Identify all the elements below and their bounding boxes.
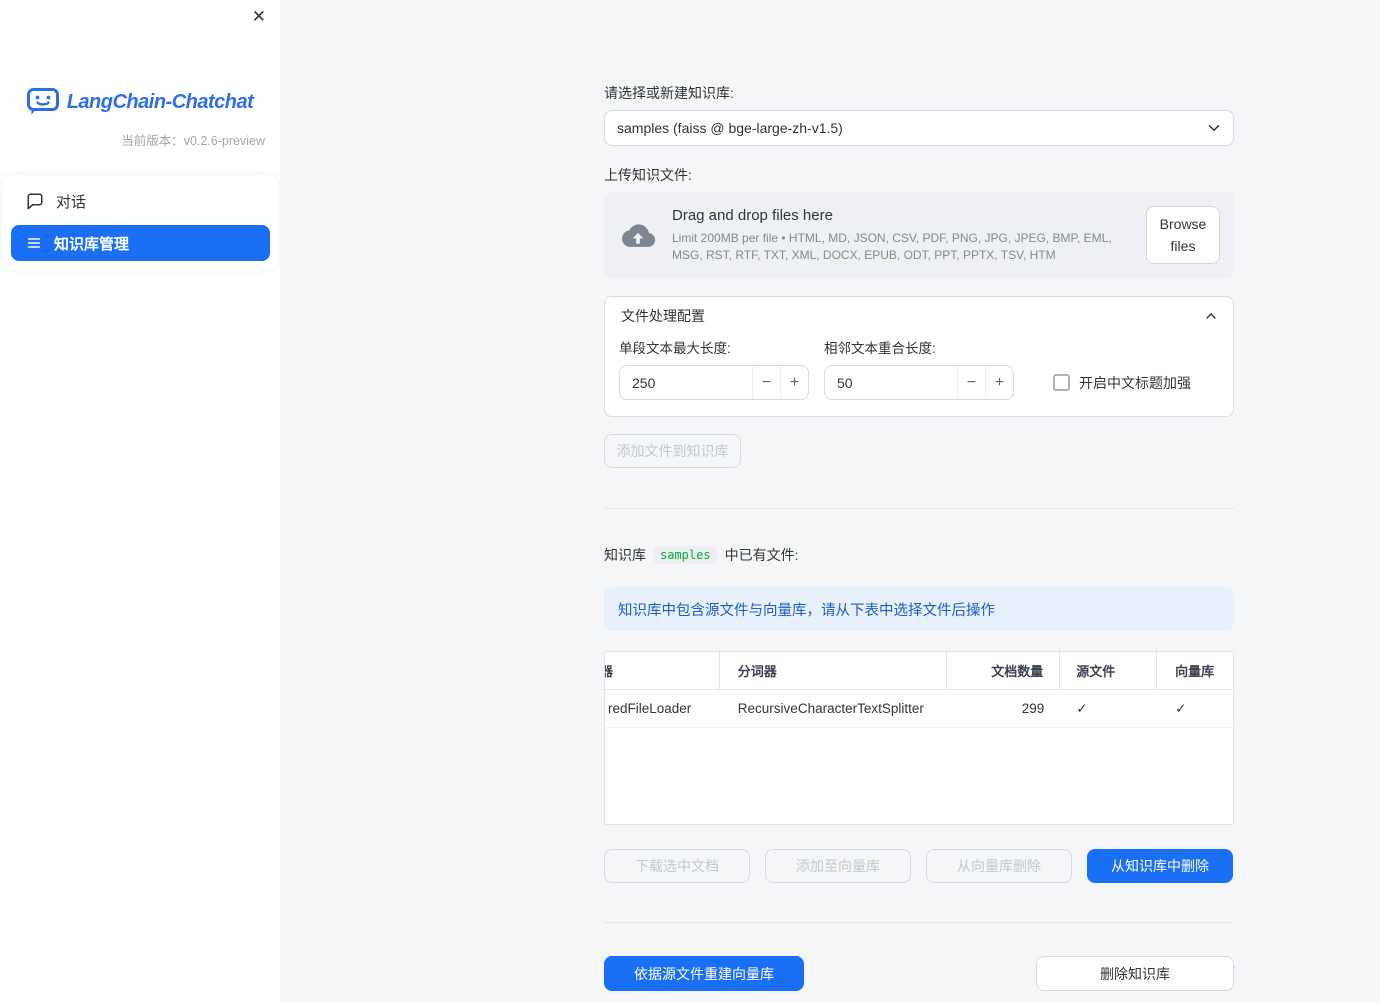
overlap-size-label: 相邻文本重合长度: <box>824 341 936 356</box>
file-dropzone[interactable]: Drag and drop files here Limit 200MB per… <box>604 192 1234 278</box>
rebuild-vector-store-button[interactable]: 依据源文件重建向量库 <box>604 956 804 991</box>
column-header-doc-count[interactable]: 文档数量 <box>947 652 1061 689</box>
file-config-body: 单段文本最大长度: 250 − + 相邻文本重合长度: 50 − + 开启中文标… <box>605 335 1233 416</box>
drop-text: Drag and drop files here <box>672 207 833 225</box>
overlap-size-input: 50 − + <box>824 365 1014 400</box>
delete-from-kb-button[interactable]: 从知识库中删除 <box>1087 849 1233 883</box>
cell-doc-count: 299 <box>1021 701 1045 716</box>
chat-bubble-icon <box>26 192 44 210</box>
sidebar-item-label: 对话 <box>56 193 87 211</box>
chunk-size-group: 单段文本最大长度: 250 − + <box>619 337 809 400</box>
table-header-row: 器 分词器 文档数量 源文件 向量库 <box>605 652 1233 690</box>
upload-label: 上传知识文件: <box>604 167 692 183</box>
add-to-vector-store-button[interactable]: 添加至向量库 <box>765 849 911 883</box>
cell-source-file-check: ✓ <box>1076 700 1088 716</box>
version-label: 当前版本：v0.2.6-preview <box>121 134 265 148</box>
column-header-source-file[interactable]: 源文件 <box>1060 652 1158 689</box>
kb-select-label: 请选择或新建知识库: <box>604 85 734 101</box>
kb-management-buttons: 依据源文件重建向量库 删除知识库 <box>604 956 1234 991</box>
info-alert: 知识库中包含源文件与向量库，请从下表中选择文件后操作 <box>604 587 1234 631</box>
file-config-expander: 文件处理配置 单段文本最大长度: 250 − + 相邻文本重合长度: 50 − … <box>604 296 1234 417</box>
cell-vector-store-check: ✓ <box>1175 700 1187 716</box>
browse-files-button[interactable]: Browse files <box>1146 205 1220 265</box>
kb-name-code: samples <box>654 546 717 564</box>
overlap-size-group: 相邻文本重合长度: 50 − + <box>824 337 1014 400</box>
kb-files-prefix: 知识库 <box>604 547 646 563</box>
chat-logo-icon <box>26 88 59 116</box>
kb-selectbox[interactable]: samples (faiss @ bge-large-zh-v1.5) <box>604 110 1234 146</box>
column-header-vector-store[interactable]: 向量库 <box>1157 652 1233 689</box>
close-icon: ✕ <box>251 7 266 26</box>
column-header-splitter[interactable]: 分词器 <box>720 652 948 689</box>
app-logo: LangChain-Chatchat <box>0 88 280 116</box>
chevron-down-icon <box>1205 119 1223 137</box>
sidebar-item-knowledge-base[interactable]: 知识库管理 <box>11 225 270 261</box>
kb-selectbox-value: samples (faiss @ bge-large-zh-v1.5) <box>617 120 843 136</box>
delete-kb-button[interactable]: 删除知识库 <box>1036 956 1234 991</box>
upload-limit-text: Limit 200MB per file • HTML, MD, JSON, C… <box>672 231 1112 262</box>
chinese-title-option: 开启中文标题加强 <box>1053 365 1191 400</box>
sidebar-item-label: 知识库管理 <box>54 235 130 253</box>
file-action-buttons: 下载选中文档 添加至向量库 从向量库删除 从知识库中删除 <box>604 849 1234 883</box>
chinese-title-checkbox[interactable] <box>1053 374 1070 391</box>
add-files-to-kb-button[interactable]: 添加文件到知识库 <box>604 434 741 468</box>
column-header-loader[interactable]: 器 <box>605 652 720 689</box>
download-selected-button[interactable]: 下载选中文档 <box>604 849 750 883</box>
delete-from-vector-store-button[interactable]: 从向量库删除 <box>926 849 1072 883</box>
chunk-size-input: 250 − + <box>619 365 809 400</box>
cell-splitter: RecursiveCharacterTextSplitter <box>737 701 924 716</box>
kb-files-table: 器 分词器 文档数量 源文件 向量库 redFileLoader Recursi… <box>604 651 1234 825</box>
chinese-title-checkbox-label: 开启中文标题加强 <box>1079 374 1191 391</box>
content-column: 请选择或新建知识库: samples (faiss @ bge-large-zh… <box>604 0 1234 991</box>
knowledge-base-icon <box>26 235 42 251</box>
table-row[interactable]: redFileLoader RecursiveCharacterTextSpli… <box>605 690 1233 728</box>
sidebar: ✕ LangChain-Chatchat 当前版本：v0.2.6-preview… <box>0 0 280 1002</box>
file-config-expander-header[interactable]: 文件处理配置 <box>605 297 1233 335</box>
overlap-size-decrement-button[interactable]: − <box>957 366 985 399</box>
divider <box>604 922 1234 923</box>
sidebar-item-dialogue[interactable]: 对话 <box>11 183 270 219</box>
cell-loader: redFileLoader <box>608 701 692 716</box>
kb-files-suffix: 中已有文件: <box>724 547 799 563</box>
chunk-size-label: 单段文本最大长度: <box>619 341 731 356</box>
chunk-size-decrement-button[interactable]: − <box>752 366 780 399</box>
divider <box>604 508 1234 509</box>
sidebar-menu: 对话 知识库管理 <box>3 175 278 269</box>
cloud-upload-icon <box>620 222 656 249</box>
main-area: 请选择或新建知识库: samples (faiss @ bge-large-zh… <box>280 0 1380 1002</box>
overlap-size-increment-button[interactable]: + <box>985 366 1013 399</box>
file-config-title: 文件处理配置 <box>621 308 705 324</box>
chevron-up-icon <box>1203 308 1219 324</box>
app-logo-text: LangChain-Chatchat <box>66 90 254 113</box>
uploader-texts: Drag and drop files here Limit 200MB per… <box>672 207 1130 262</box>
kb-files-heading: 知识库 samples 中已有文件: <box>604 545 1234 565</box>
overlap-size-value[interactable]: 50 <box>825 366 957 399</box>
chunk-size-value[interactable]: 250 <box>620 366 752 399</box>
sidebar-close-button[interactable]: ✕ <box>252 8 266 25</box>
chunk-size-increment-button[interactable]: + <box>780 366 808 399</box>
